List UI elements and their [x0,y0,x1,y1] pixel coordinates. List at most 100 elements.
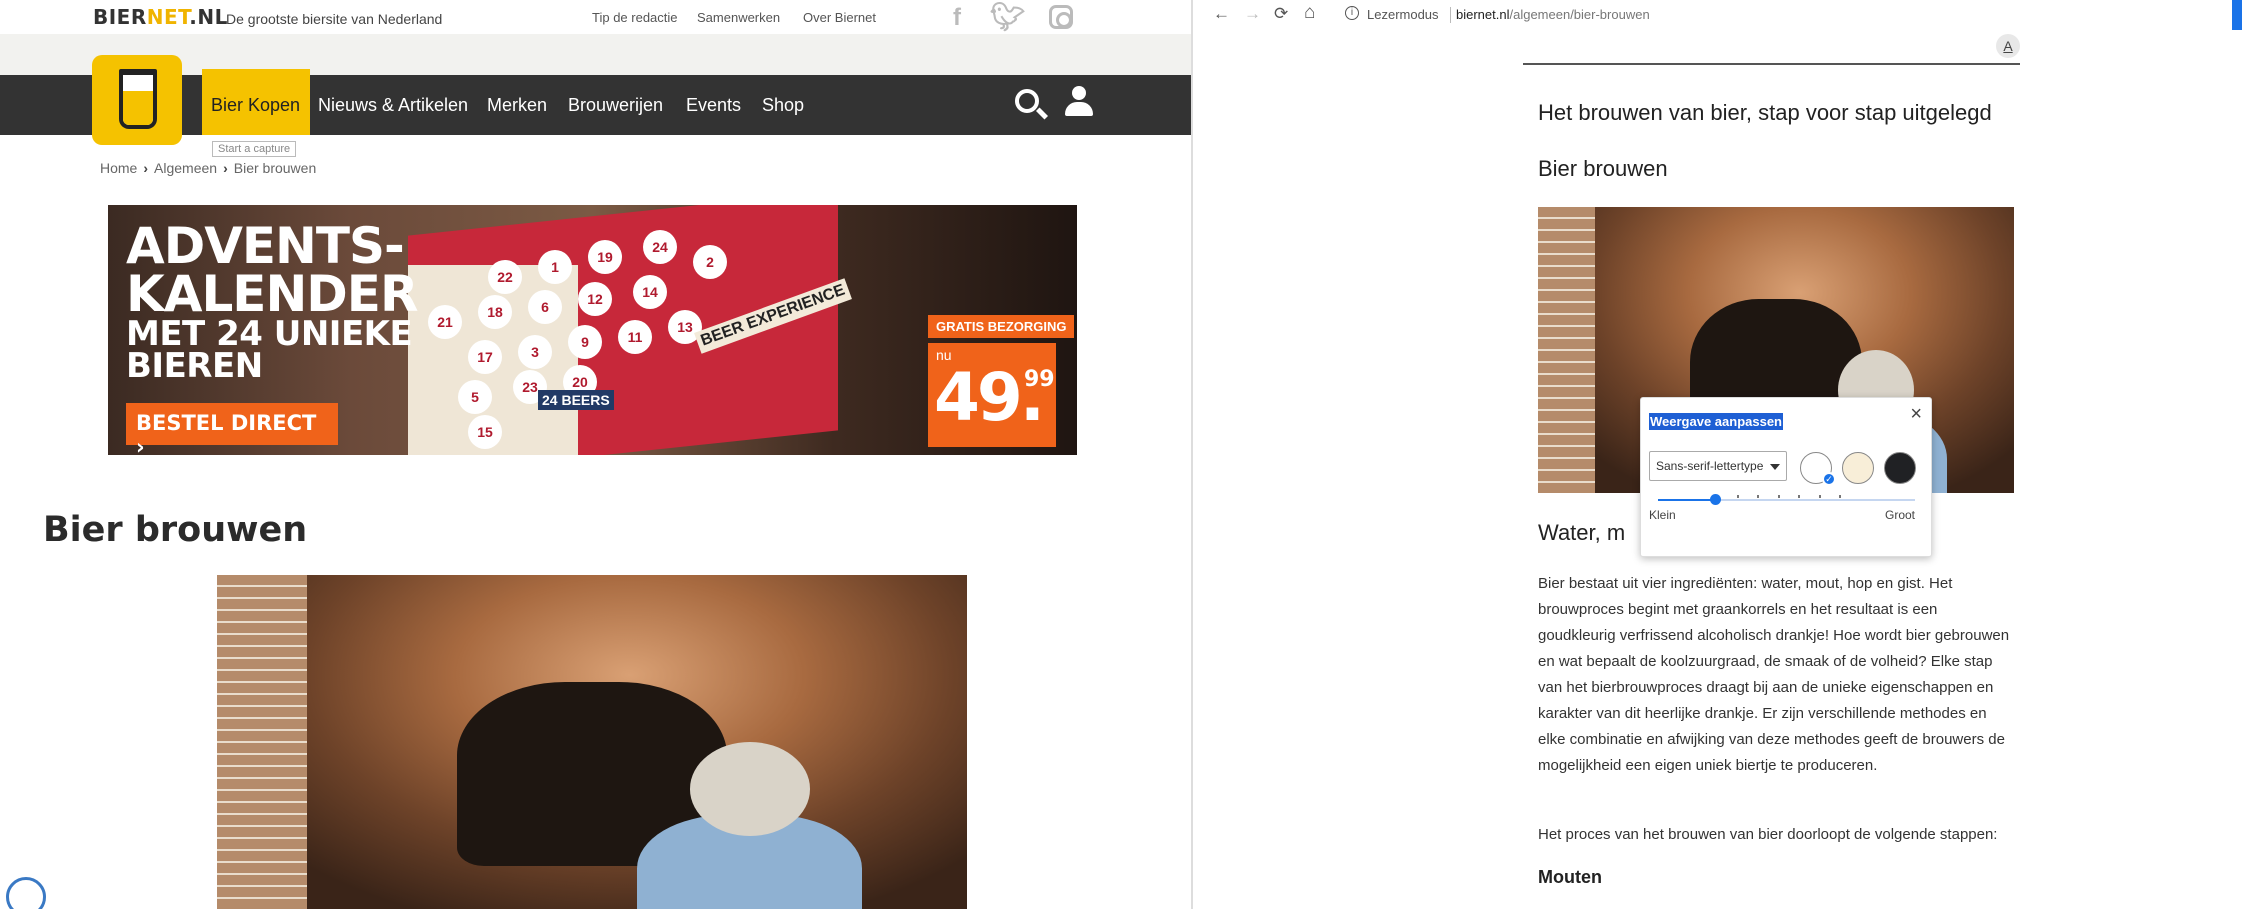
back-icon[interactable]: ← [1213,4,1230,24]
size-max-label: Groot [1884,508,1915,522]
price-cents: 99 [1024,367,1055,392]
breadcrumb-algemeen[interactable]: Algemeen [154,160,217,176]
calendar-door-number: 24 [643,230,677,264]
theme-dark-button[interactable] [1884,452,1916,484]
logo-part: BIER [93,5,147,29]
brewing-kettle-photo [217,575,967,909]
logo-part: NET [146,5,190,29]
website-pane: BIERNET.NL De grootste biersite van Nede… [0,0,1191,909]
banner-line: BIEREN [126,346,263,387]
text-settings-button[interactable]: A [1996,34,2020,58]
breadcrumb-current: Bier brouwen [233,160,317,176]
shipping-badge: GRATIS BEZORGING [928,315,1075,338]
slider-tick [1798,495,1800,498]
toplink-over[interactable]: Over Biernet [803,10,876,25]
reader-divider [1523,63,2020,65]
chevron-right-icon: › [143,160,149,176]
nav-brouwerijen[interactable]: Brouwerijen [568,95,663,116]
calendar-door-number: 15 [468,415,502,449]
browser-reader-pane: ← → ⟳ ⌂ i Lezermodus biernet.nl/algemeen… [1191,0,2242,909]
beer-glass-logo-icon[interactable] [92,55,182,145]
calendar-doors: 22 1 19 24 2 21 18 6 12 14 17 3 9 11 13 5 23 20 15 [428,220,828,449]
font-select-value: Sans-serif-lettertype [1656,459,1764,473]
reader-mode-chip[interactable]: Lezermodus [1367,7,1439,22]
theme-light-button[interactable]: ✓ [1800,452,1836,486]
url-path: /algemeen/bier-brouwen [1509,7,1650,22]
chevron-right-icon: › [223,160,228,176]
site-topbar: BIERNET.NL De grootste biersite van Nede… [0,0,1191,34]
advent-calendar-banner[interactable]: 22 1 19 24 2 21 18 6 12 14 17 3 9 11 13 5 23 20 15 ADVENTS… [108,205,1077,455]
price-badge: nu 49. 99 [928,343,1056,447]
site-logo[interactable]: BIERNET.NL [93,5,228,29]
breadcrumb-home[interactable]: Home [100,160,137,176]
breadcrumb: Home › Algemeen › Bier brouwen [100,160,316,176]
instagram-icon[interactable] [1049,5,1073,29]
calendar-door-number: 3 [518,335,552,369]
nav-nieuws[interactable]: Nieuws & Artikelen [318,95,468,116]
browser-toolbar: ← → ⟳ ⌂ i Lezermodus biernet.nl/algemeen… [1193,0,2242,30]
calendar-door-number: 6 [528,290,562,324]
calendar-door-number: 21 [428,305,462,339]
page-title: Bier brouwen [43,510,308,550]
display-settings-popup: Weergave aanpassen × Sans-serif-letterty… [1640,397,1932,557]
nav-events[interactable]: Events [686,95,741,116]
slider-tick [1777,495,1780,498]
capture-tooltip: Start a capture [212,141,297,157]
chevron-down-icon [1770,464,1780,470]
banner-line: KALENDER [126,264,418,323]
facebook-icon[interactable]: f [953,4,961,32]
site-tagline: De grootste biersite van Nederland [226,11,443,27]
calendar-door-number: 5 [458,380,492,414]
reader-section-heading: Water, m [1538,520,1626,545]
forward-icon[interactable]: → [1244,4,1261,24]
calendar-door-number: 17 [468,340,502,374]
font-family-select[interactable]: Sans-serif-lettertype [1649,451,1787,481]
profile-indicator [2232,0,2242,30]
home-icon[interactable]: ⌂ [1304,2,1315,24]
toplink-tip[interactable]: Tip de redactie [592,10,678,25]
twitter-icon[interactable]: 🐦︎ [990,0,1026,33]
calendar-door-number: 18 [478,295,512,329]
nav-bier-kopen[interactable]: Bier Kopen [211,95,300,116]
calendar-door-number: 19 [588,240,622,274]
calendar-door-number: 1 [538,250,572,284]
reader-heading: Bier brouwen [1538,156,1668,181]
size-min-label: Klein [1649,508,1676,522]
reader-subheading: Mouten [1538,867,1602,887]
user-icon[interactable] [1065,86,1093,118]
calendar-door-number: 11 [618,320,652,354]
info-icon[interactable]: i [1345,6,1359,20]
theme-sepia-button[interactable] [1842,452,1874,484]
box-label: 24 BEERS [538,390,614,410]
calendar-door-number: 22 [488,260,522,294]
check-icon: ✓ [1822,472,1836,486]
slider-tick [1839,495,1841,498]
toplink-samenwerken[interactable]: Samenwerken [697,10,780,25]
bestel-direct-button[interactable]: BESTEL DIRECT › [126,403,338,455]
banner-title: ADVENTS- KALENDER MET 24 UNIEKE BIEREN [126,217,418,387]
banner-line: ADVENTS- [126,217,405,275]
url-host: biernet.nl [1456,7,1510,22]
slider-tick [1757,495,1759,498]
logo-part: .NL [189,5,228,29]
calendar-door-number: 2 [693,245,727,279]
popup-title: Weergave aanpassen [1649,413,1783,430]
nav-shop[interactable]: Shop [762,95,804,116]
slider-fill [1658,499,1715,501]
address-bar[interactable]: biernet.nl/algemeen/bier-brouwen [1456,7,1650,22]
slider-tick [1818,495,1821,498]
reader-title: Het brouwen van bier, stap voor stap uit… [1538,100,1992,125]
calendar-door-number: 14 [633,275,667,309]
slider-handle[interactable] [1709,494,1721,505]
nav-merken[interactable]: Merken [487,95,547,116]
reader-paragraph: Het proces van het brouwen van bier door… [1538,826,1998,843]
slider-tick [1736,495,1739,498]
calendar-door-number: 9 [568,325,602,359]
close-icon[interactable]: × [1910,403,1922,426]
address-divider [1450,7,1451,23]
search-icon[interactable] [1015,89,1039,113]
cookie-settings-icon[interactable] [6,877,46,909]
calendar-door-number: 12 [578,282,612,316]
reload-icon[interactable]: ⟳ [1274,4,1288,24]
reader-paragraph: Bier bestaat uit vier ingrediënten: wate… [1538,575,2010,774]
